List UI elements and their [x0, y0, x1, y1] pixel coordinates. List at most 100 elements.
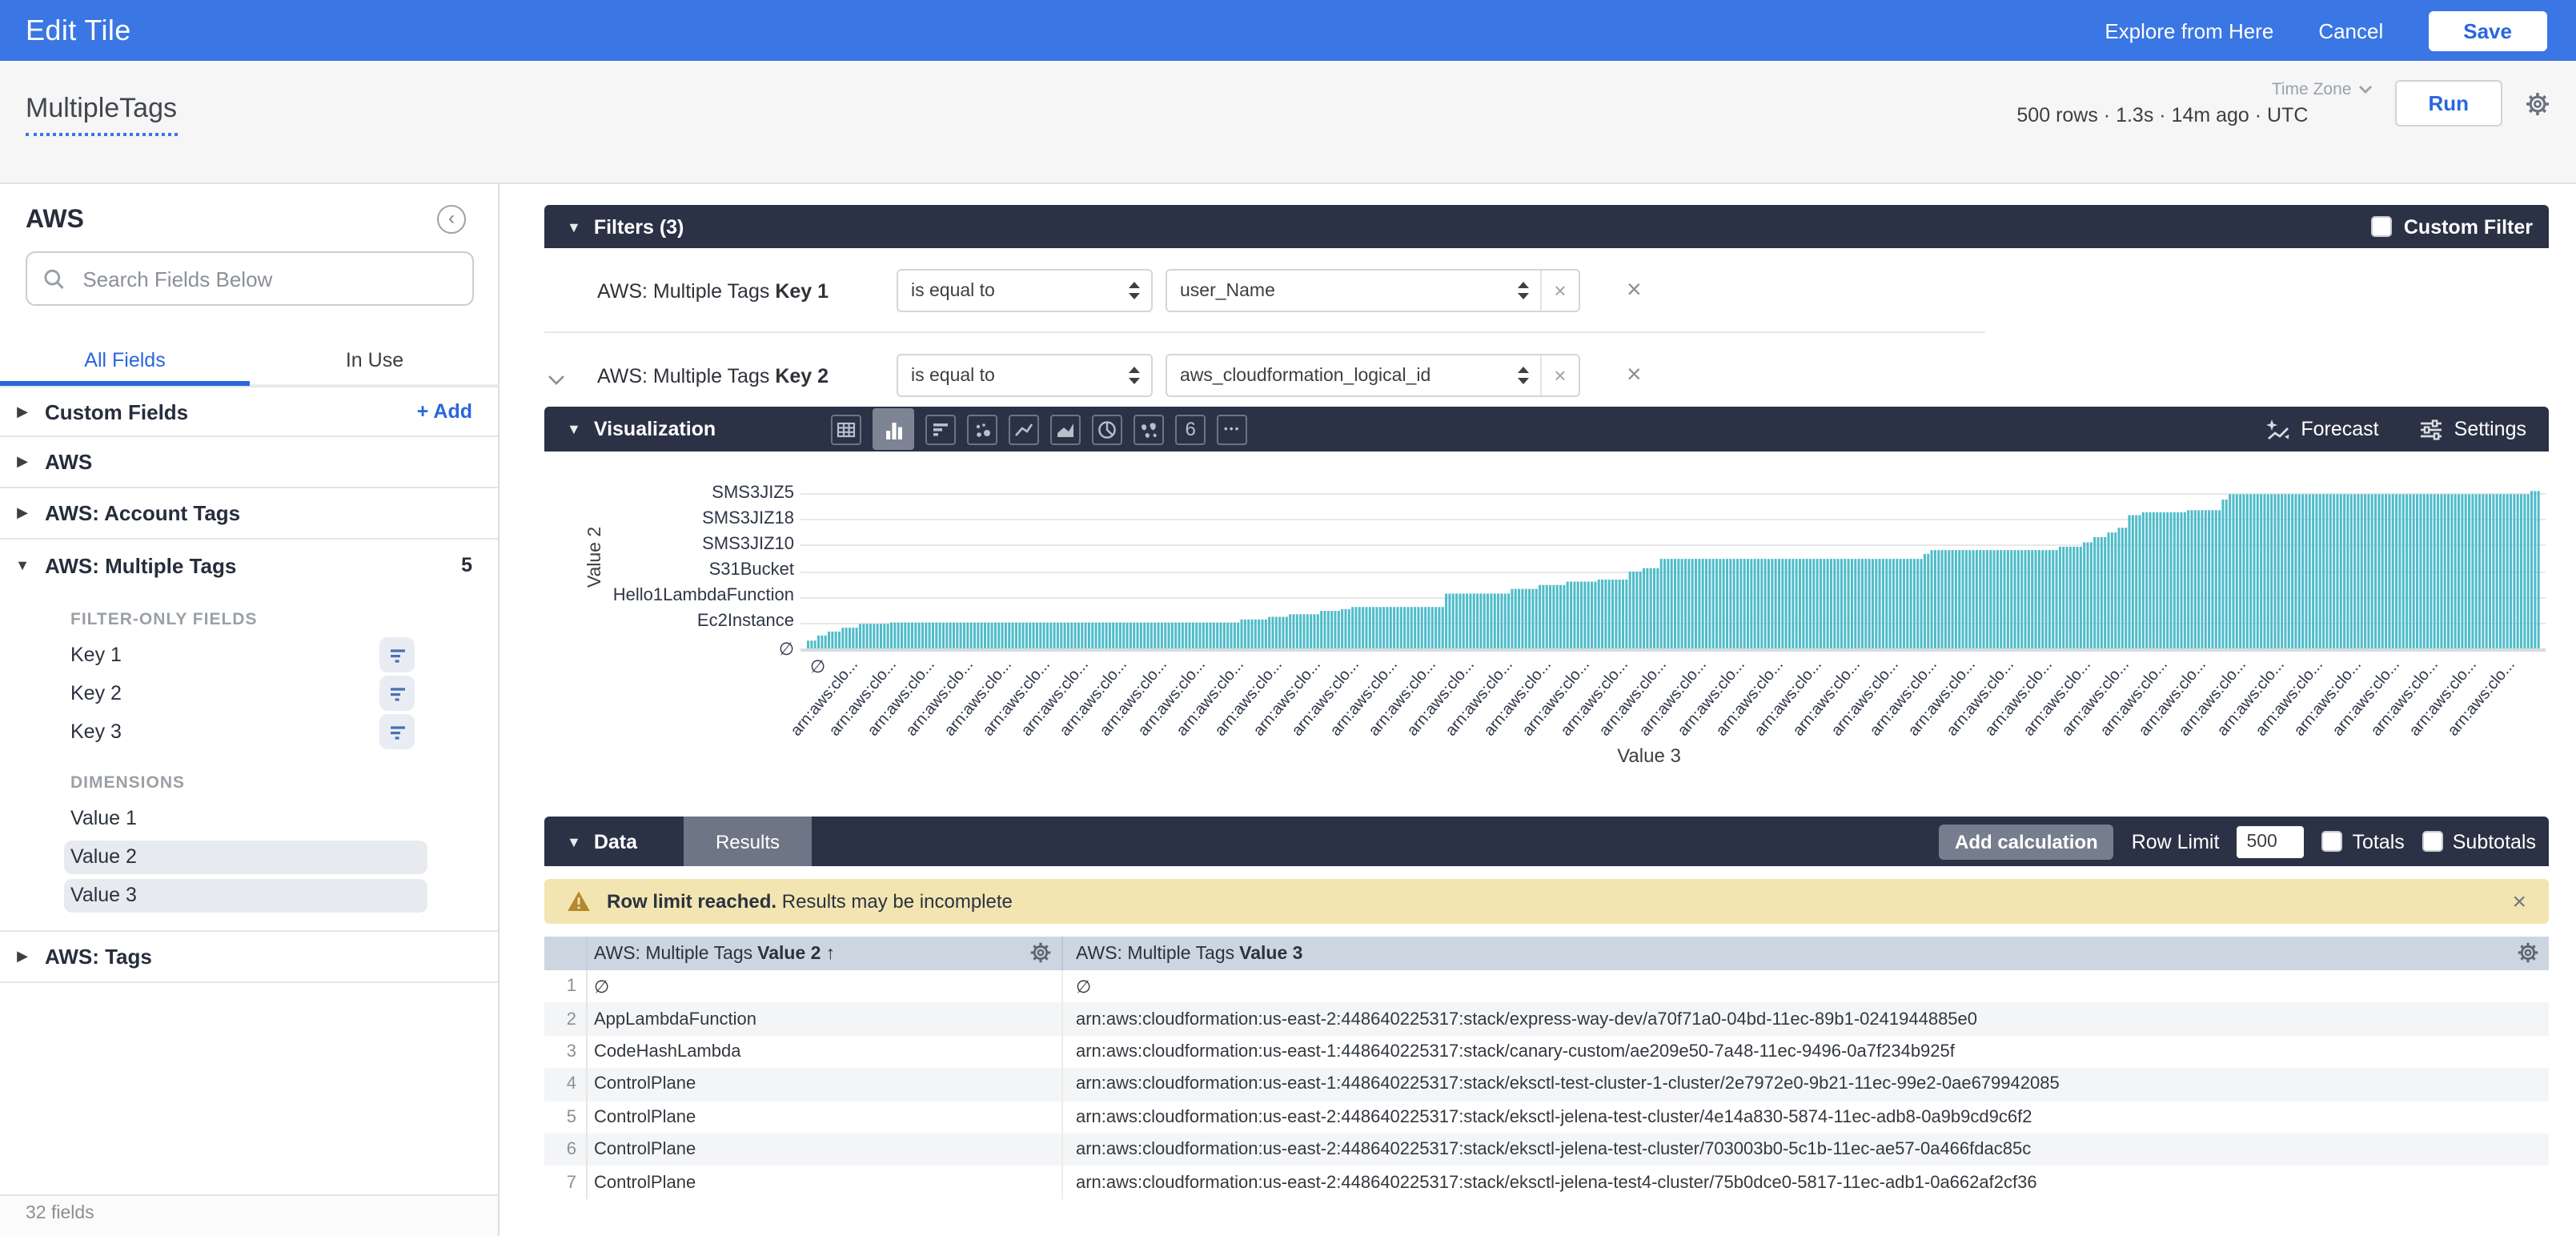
filter-icon[interactable] — [379, 637, 415, 672]
chevron-down-icon — [2357, 85, 2372, 94]
cell-value3: arn:aws:cloudformation:us-east-1:4486402… — [1063, 1075, 2549, 1094]
add-calculation-button[interactable]: Add calculation — [1939, 824, 2114, 859]
time-zone-dropdown[interactable]: Time Zone — [2272, 80, 2373, 99]
remove-filter-icon[interactable]: × — [1627, 276, 1642, 305]
filter-value-select[interactable]: aws_cloudformation_logical_id × — [1166, 354, 1580, 397]
sidebar-item-aws-tags[interactable]: ▶ AWS: Tags — [0, 932, 498, 983]
column-header-value2[interactable]: AWS: Multiple Tags Value 2↑ — [588, 937, 1063, 970]
remove-filter-icon[interactable]: × — [1627, 361, 1642, 390]
totals-checkbox[interactable] — [2321, 831, 2342, 852]
table-row[interactable]: 3CodeHashLambdaarn:aws:cloudformation:us… — [544, 1036, 2549, 1069]
filters-header-bar[interactable]: ▼ Filters (3) Custom Filter — [544, 205, 2549, 248]
dismiss-warning-icon[interactable]: × — [2512, 888, 2526, 915]
add-custom-field-button[interactable]: + Add — [417, 400, 472, 423]
visualization-header-bar[interactable]: ▼ Visualization 6 ••• Forecast — [544, 407, 2549, 451]
area-chart-icon[interactable] — [1050, 414, 1081, 444]
table-row[interactable]: 6ControlPlanearn:aws:cloudformation:us-e… — [544, 1134, 2549, 1166]
more-chart-types-icon[interactable]: ••• — [1217, 414, 1247, 444]
cell-value2: ∅ — [588, 970, 1063, 1003]
sidebar-field-value2-selected[interactable]: Value 2 — [0, 837, 498, 876]
column-gear-icon[interactable] — [1029, 941, 1052, 964]
bar-chart-icon[interactable] — [925, 414, 956, 444]
save-button[interactable]: Save — [2428, 10, 2547, 50]
clear-value-icon[interactable]: × — [1540, 271, 1579, 311]
cancel-button[interactable]: Cancel — [2318, 18, 2383, 42]
single-value-icon[interactable]: 6 — [1175, 414, 1206, 444]
column-gear-icon[interactable] — [2517, 941, 2539, 964]
cell-value3: arn:aws:cloudformation:us-east-1:4486402… — [1063, 1042, 2549, 1061]
cell-value3: ∅ — [1063, 976, 2549, 997]
sidebar-field-key1[interactable]: Key 1 — [0, 636, 498, 674]
filter-operator-select[interactable]: is equal to — [897, 269, 1153, 312]
select-arrows-icon — [1129, 282, 1151, 299]
table-chart-icon[interactable] — [831, 414, 861, 444]
sidebar-item-account-tags[interactable]: ▶ AWS: Account Tags — [0, 488, 498, 540]
row-number: 7 — [544, 1166, 588, 1199]
map-chart-icon[interactable] — [1134, 414, 1164, 444]
table-header-row: AWS: Multiple Tags Value 2↑ AWS: Multipl… — [544, 937, 2549, 970]
forecast-sparkle-icon — [2265, 419, 2289, 439]
x-tick-label-null: ∅ — [810, 656, 825, 677]
sidebar-field-value1[interactable]: Value 1 — [0, 799, 498, 837]
pie-chart-icon[interactable] — [1092, 414, 1122, 444]
table-row[interactable]: 5ControlPlanearn:aws:cloudformation:us-e… — [544, 1101, 2549, 1134]
page-title: Edit Tile — [26, 14, 131, 47]
table-row[interactable]: 4ControlPlanearn:aws:cloudformation:us-e… — [544, 1068, 2549, 1101]
select-arrows-icon — [1129, 367, 1151, 384]
column-header-value3[interactable]: AWS: Multiple Tags Value 3 — [1063, 937, 2549, 970]
column-chart-icon-selected[interactable] — [873, 408, 914, 450]
filter-value-select[interactable]: user_Name × — [1166, 269, 1580, 312]
table-row[interactable]: 1∅∅ — [544, 970, 2549, 1003]
cell-value2: ControlPlane — [588, 1166, 1063, 1199]
row-number: 1 — [544, 970, 588, 1003]
custom-filter-checkbox[interactable] — [2372, 216, 2393, 237]
scatter-chart-icon[interactable] — [967, 414, 997, 444]
clear-value-icon[interactable]: × — [1540, 355, 1579, 395]
settings-sliders-icon — [2421, 419, 2443, 439]
table-row[interactable]: 2AppLambdaFunctionarn:aws:cloudformation… — [544, 1003, 2549, 1036]
gear-icon[interactable] — [2525, 90, 2550, 116]
explore-from-here-button[interactable]: Explore from Here — [2105, 18, 2273, 42]
sidebar-item-aws[interactable]: ▶ AWS — [0, 437, 498, 488]
tab-in-use[interactable]: In Use — [250, 338, 500, 384]
line-chart-icon[interactable] — [1009, 414, 1039, 444]
run-button[interactable]: Run — [2394, 80, 2502, 126]
explore-title[interactable]: MultipleTags — [26, 93, 177, 136]
explore-content: ▼ Filters (3) Custom Filter AWS: Multipl… — [544, 205, 2549, 1236]
cell-value2: ControlPlane — [588, 1134, 1063, 1166]
select-arrows-icon — [1518, 282, 1540, 299]
cell-value2: CodeHashLambda — [588, 1036, 1063, 1069]
collapse-sidebar-icon[interactable]: ‹ — [437, 205, 466, 234]
query-stats: 500 rows · 1.3s · 14m ago · UTC — [2016, 104, 2372, 126]
filter-row-1: AWS: Multiple Tags Key 1 is equal to use… — [544, 269, 2549, 312]
data-header-bar[interactable]: ▼ Data Results Add calculation Row Limit… — [544, 817, 2549, 866]
cell-value2: ControlPlane — [588, 1068, 1063, 1101]
filter-icon[interactable] — [379, 714, 415, 749]
row-number: 3 — [544, 1036, 588, 1069]
filter-icon[interactable] — [379, 676, 415, 711]
search-input[interactable] — [79, 265, 456, 292]
sidebar-item-multiple-tags[interactable]: ▼ AWS: Multiple Tags 5 — [0, 540, 498, 591]
row-limit-label: Row Limit — [2132, 830, 2220, 853]
sidebar-item-custom-fields[interactable]: ▶ Custom Fields + Add — [0, 386, 498, 437]
tab-results[interactable]: Results — [684, 817, 812, 866]
y-tick-label: Ec2Instance — [544, 612, 794, 632]
settings-button[interactable]: Settings — [2421, 418, 2526, 440]
tab-all-fields[interactable]: All Fields — [0, 338, 250, 384]
column-chart[interactable]: Value 2 ∅Ec2InstanceHello1LambdaFunction… — [544, 451, 2549, 817]
row-number: 5 — [544, 1101, 588, 1134]
filters-section: ▼ Filters (3) Custom Filter AWS: Multipl… — [544, 205, 2549, 407]
cell-value3: arn:aws:cloudformation:us-east-2:4486402… — [1063, 1173, 2549, 1192]
caret-down-icon: ▼ — [567, 421, 581, 437]
sidebar-field-value3-selected[interactable]: Value 3 — [0, 876, 498, 914]
table-row[interactable]: 7ControlPlanearn:aws:cloudformation:us-e… — [544, 1166, 2549, 1199]
subtotals-checkbox[interactable] — [2422, 831, 2443, 852]
sidebar-field-key3[interactable]: Key 3 — [0, 712, 498, 751]
filter-field-label: AWS: Multiple Tags Key 1 — [597, 279, 829, 302]
filter-operator-select[interactable]: is equal to — [897, 354, 1153, 397]
row-limit-input[interactable] — [2237, 825, 2304, 857]
totals-label: Totals — [2352, 830, 2404, 853]
forecast-button[interactable]: Forecast — [2265, 418, 2378, 440]
y-tick-label: ∅ — [544, 638, 794, 659]
sidebar-field-key2[interactable]: Key 2 — [0, 674, 498, 712]
